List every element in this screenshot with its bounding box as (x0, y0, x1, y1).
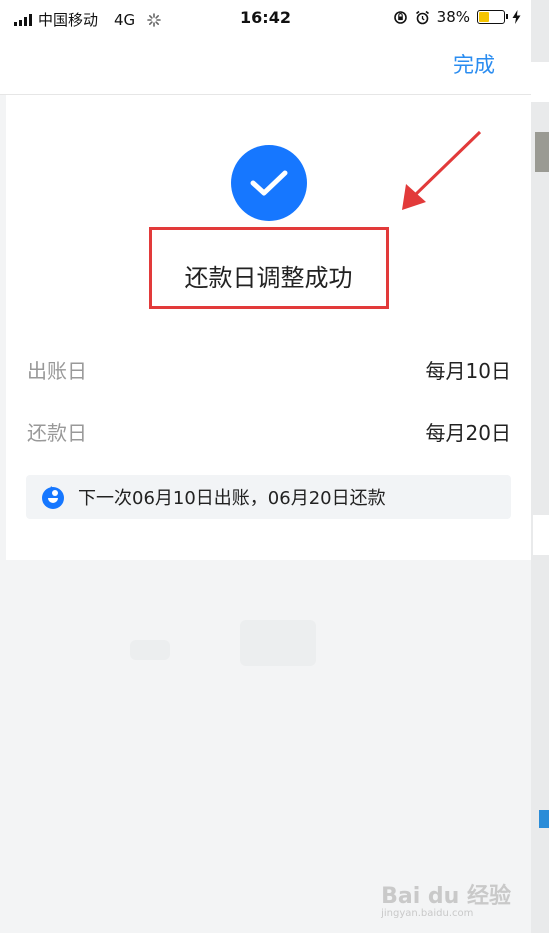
billing-day-value: 每月10日 (425, 359, 511, 383)
watermark-brand: Bai du 经验 (381, 884, 511, 909)
alarm-icon (415, 10, 429, 24)
check-icon (231, 145, 307, 221)
battery-icon (477, 10, 508, 24)
repayment-day-row: 还款日 每月20日 (27, 417, 511, 447)
repayment-day-value: 每月20日 (425, 421, 511, 445)
result-card: 还款日调整成功 出账日 每月10日 还款日 每月20日 下一次06月10日出账，… (6, 95, 531, 560)
nav-bar: 完成 (0, 36, 531, 95)
repayment-day-label: 还款日 (27, 421, 87, 445)
battery-percent: 38% (436, 8, 470, 26)
faded-background-block (130, 640, 170, 660)
background-app-edge (531, 0, 549, 933)
next-cycle-notice: 下一次06月10日出账，06月20日还款 (26, 475, 511, 519)
edge-block (533, 515, 549, 555)
edge-block (531, 62, 549, 102)
faded-background-block (240, 620, 316, 666)
watermark: Bai du 经验 jingyan.baidu.com (381, 878, 511, 919)
edge-block (539, 810, 549, 828)
rotation-lock-icon (393, 10, 407, 24)
watermark-url: jingyan.baidu.com (381, 908, 474, 919)
status-bar: 中国移动 4G 16:42 38% (0, 0, 531, 36)
billing-day-label: 出账日 (27, 359, 87, 383)
charging-bolt-icon (512, 10, 521, 24)
checkmark-glyph (250, 170, 288, 196)
notice-text: 下一次06月10日出账，06月20日还款 (78, 488, 386, 509)
billing-day-row: 出账日 每月10日 (27, 355, 511, 385)
edge-block (535, 132, 549, 172)
done-button[interactable]: 完成 (447, 48, 501, 80)
info-bird-icon (42, 486, 64, 509)
success-title: 还款日调整成功 (184, 264, 353, 292)
phone-screen: 中国移动 4G 16:42 38% 完成 还款日调整成功 出账日 每月10日 还… (0, 0, 531, 933)
